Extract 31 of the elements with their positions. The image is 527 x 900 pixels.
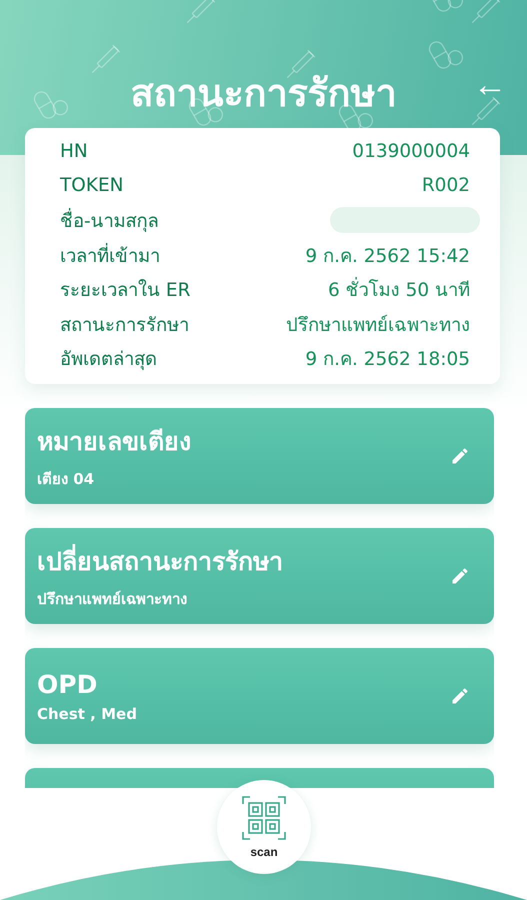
info-label: HN (60, 140, 88, 162)
pencil-icon (450, 686, 470, 706)
action-subtitle: เตียง 04 (37, 469, 96, 490)
info-value: ปรึกษาแพทย์เฉพาะทาง (286, 314, 470, 338)
info-label: สถานะการรักษา (60, 314, 189, 338)
action-title: เปลี่ยนสถานะการรักษา (37, 541, 283, 582)
info-label: เวลาที่เข้ามา (60, 240, 160, 270)
info-value: R002 (422, 175, 470, 196)
action-card[interactable]: OPD Chest , Med (25, 648, 494, 744)
info-label: TOKEN (60, 175, 124, 196)
edit-button[interactable] (450, 566, 470, 586)
info-value: 0139000004 (352, 140, 470, 162)
info-value: 9 ก.ค. 2562 18:05 (305, 348, 470, 372)
info-label: อัพเดตล่าสุด (60, 348, 157, 372)
qr-code-icon (241, 795, 287, 841)
action-title: หมายเลขเตียง (37, 426, 191, 458)
back-button[interactable]: ← (473, 68, 507, 102)
action-title: OPD (37, 670, 98, 699)
info-label: ชื่อ-นามสกุล (60, 206, 159, 235)
action-subtitle: Chest , Med (37, 704, 137, 723)
edit-button[interactable] (450, 446, 470, 466)
info-label: ระยะเวลาใน ER (60, 278, 190, 304)
info-value: 9 ก.ค. 2562 15:42 (305, 244, 470, 269)
info-value: 6 ชั่วโมง 50 นาที (328, 275, 470, 304)
pencil-icon (450, 446, 470, 466)
pencil-icon (450, 566, 470, 586)
action-subtitle: ปรึกษาแพทย์เฉพาะทาง (37, 589, 188, 610)
page-title: สถานะการรักษา (130, 70, 396, 117)
action-card[interactable]: เปลี่ยนสถานะการรักษา ปรึกษาแพทย์เฉพาะทาง (25, 528, 494, 624)
action-card[interactable]: หมายเลขเตียง เตียง 04 (25, 408, 494, 504)
edit-button[interactable] (450, 686, 470, 706)
